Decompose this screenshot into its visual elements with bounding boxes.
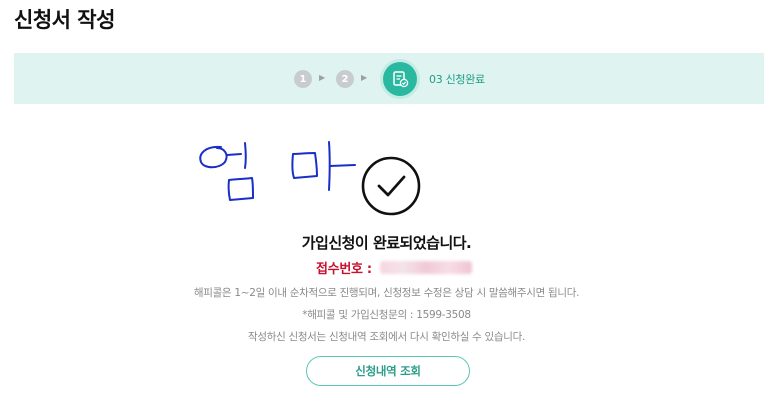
info-history-guide: 작성하신 신청서는 신청내역 조회에서 다시 확인하실 수 있습니다. — [247, 331, 526, 343]
receipt-number-label: 접수번호 : — [316, 262, 372, 277]
step-1-indicator: 1 — [294, 70, 312, 88]
step-3-label: 03 신청완료 — [429, 73, 485, 86]
receipt-number-redacted — [380, 261, 472, 274]
completion-message: 가입신청이 완료되었습니다. — [301, 234, 472, 252]
step-arrow-icon: ▶ — [319, 73, 326, 82]
info-contact: *해피콜 및 가입신청문의 : 1599-3508 — [302, 309, 471, 321]
success-check-icon — [360, 155, 422, 221]
info-happycall: 해피콜은 1~2일 이내 순차적으로 진행되며, 신청정보 수정은 상담 시 말… — [193, 287, 580, 299]
progress-stepper: 1 ▶ 2 ▶ 03 신청완료 — [14, 53, 764, 104]
step-3-indicator — [383, 62, 417, 96]
view-history-button[interactable]: 신청내역 조회 — [306, 356, 470, 386]
page-title: 신청서 작성 — [14, 8, 115, 32]
handwriting-annotation — [195, 138, 365, 222]
document-check-icon — [393, 71, 409, 88]
step-arrow-icon: ▶ — [361, 73, 368, 82]
step-2-indicator: 2 — [336, 70, 354, 88]
